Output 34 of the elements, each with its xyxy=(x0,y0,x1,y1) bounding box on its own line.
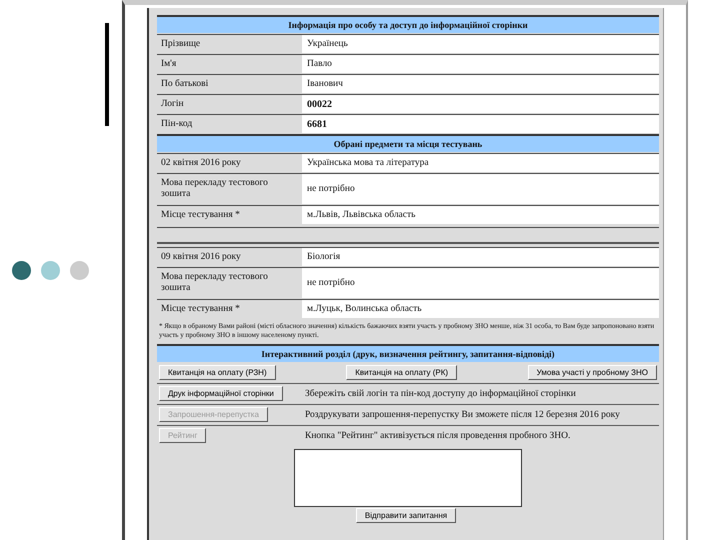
field-label: По батькові xyxy=(160,78,210,90)
field-value: Українець xyxy=(302,35,659,53)
action-note: Кнопка "Рейтинг" активізується після проведення пробного ЗНО. xyxy=(305,430,572,442)
field-value: 6681 xyxy=(302,115,659,133)
field-value: Іванович xyxy=(302,75,659,93)
send-button[interactable]: Відправити запитання xyxy=(356,508,456,523)
action-note: Роздрукувати запрошення-перепустку Ви зможете після 12 березня 2016 року xyxy=(305,408,621,420)
field-label: Місце тестування * xyxy=(160,302,241,316)
field-value: м.Львів, Львівська область xyxy=(302,206,659,224)
field-value: м.Луцьк, Волинська область xyxy=(302,300,659,318)
field-label: Мова перекладу тестового зошита xyxy=(160,271,269,295)
field-label: Мова перекладу тестового зошита xyxy=(160,177,269,201)
field-label: 09 квітня 2016 року xyxy=(160,250,242,264)
field-label: 02 квітня 2016 року xyxy=(160,156,242,170)
field-value: не потрібно xyxy=(302,268,659,298)
question-field[interactable] xyxy=(294,449,522,507)
field-value: Біологія xyxy=(302,248,659,266)
field-label: Пін-код xyxy=(160,118,194,130)
field-value: не потрібно xyxy=(302,174,659,204)
field-label: Прізвище xyxy=(160,38,202,50)
section-header: Інформація про особу та доступ до інформаційної сторінки xyxy=(157,15,659,33)
action-note: Збережіть свій логін та пін-код доступу до інформаційної сторінки xyxy=(305,388,577,400)
field-label: Логін xyxy=(160,98,185,110)
receipt-button[interactable]: Умова участі у пробному ЗНО xyxy=(528,365,657,380)
field-value: Українська мова та література xyxy=(302,154,659,172)
field-label: Місце тестування * xyxy=(160,208,241,222)
action-button[interactable]: Друк інформаційної сторінки xyxy=(159,386,283,401)
section-header: Інтерактивний розділ (друк, визначення рейтингу, запитання-відповіді) xyxy=(157,344,659,362)
section-header: Обрані предмети та місця тестувань xyxy=(157,134,659,152)
receipt-button[interactable]: Квитанція на оплату (РЗН) xyxy=(159,365,276,380)
field-label: Ім'я xyxy=(160,58,178,70)
receipt-button[interactable]: Квитанція на оплату (РК) xyxy=(346,365,458,380)
field-value: 00022 xyxy=(302,95,659,113)
field-value: Павло xyxy=(302,55,659,73)
